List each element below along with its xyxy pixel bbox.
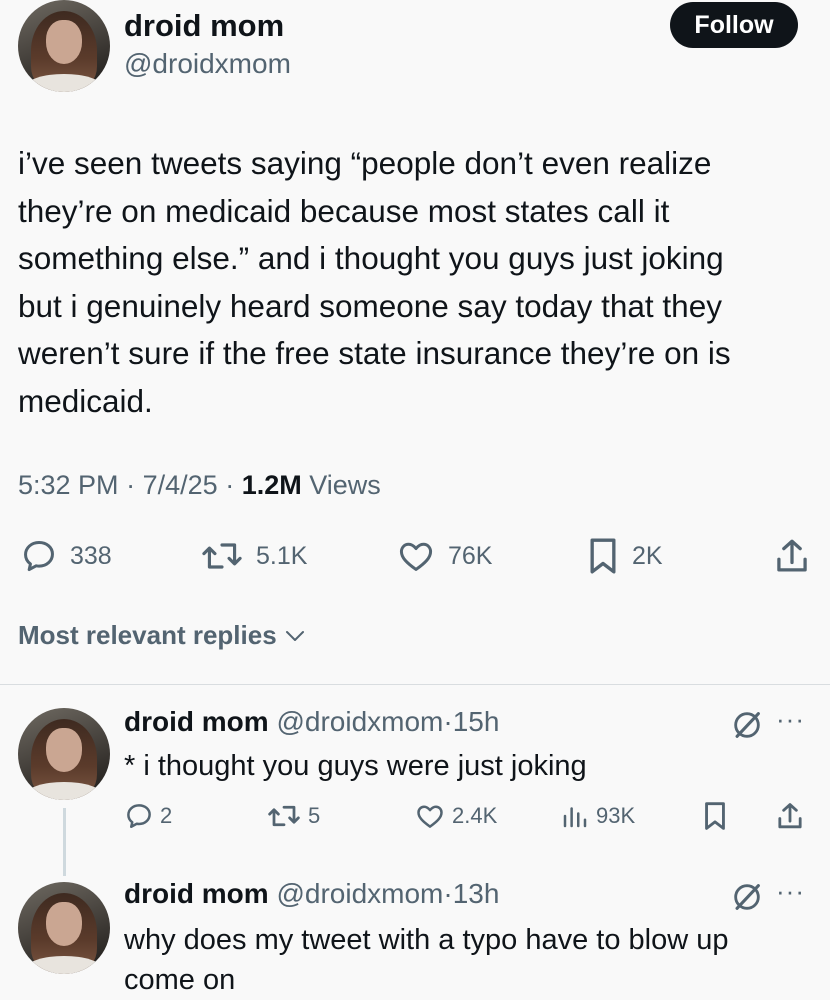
reply-sort-label: Most relevant replies [18, 620, 277, 650]
tweet-action-bar: 338 5.1K 76K 2K [0, 528, 830, 584]
like-count: 76K [448, 541, 493, 570]
tweet-text-line: weren’t sure if the free state insurance… [18, 335, 731, 371]
author-handle[interactable]: @droidxmom [124, 48, 291, 80]
divider [0, 684, 830, 685]
tweet-text-line: i’ve seen tweets saying “people don’t ev… [18, 145, 712, 181]
tweet-text-line: they’re on medicaid because most states … [18, 192, 670, 229]
reply-button[interactable]: 2 [124, 796, 172, 836]
tweet-text-line: medicaid. [18, 382, 153, 419]
heart-icon [399, 542, 433, 571]
tweet-date[interactable]: 7/4/25 [143, 470, 218, 500]
share-button[interactable] [776, 796, 804, 836]
views-button[interactable]: 93K [560, 796, 635, 836]
reply-author-handle[interactable]: @droidxmom [276, 878, 443, 909]
share-button[interactable] [774, 528, 810, 584]
like-button[interactable]: 2.4K [414, 796, 497, 836]
reply-count: 2 [160, 803, 173, 828]
share-icon [778, 803, 802, 829]
reply-avatar[interactable] [18, 882, 110, 974]
reply-header: droid mom @droidxmom·13h [124, 878, 500, 909]
reply-action-bar: 2 5 2.4K 93K [0, 796, 830, 836]
repost-count: 5 [308, 803, 321, 828]
tweet-text: i’ve seen tweets saying “people don’t ev… [18, 140, 818, 425]
reply-time[interactable]: 15h [453, 706, 500, 737]
reply-sort-dropdown[interactable]: Most relevant replies [18, 620, 305, 651]
grok-icon[interactable] [730, 708, 764, 742]
reply-header: droid mom @droidxmom·15h [124, 706, 500, 737]
tweet-text-line: but i genuinely heard someone say today … [18, 287, 722, 324]
like-button[interactable]: 76K [396, 528, 492, 584]
heart-icon [417, 805, 443, 828]
tweet-meta: 5:32 PM · 7/4/25 · 1.2M Views [18, 470, 381, 500]
bookmark-icon [590, 538, 616, 574]
reply-count: 338 [70, 541, 112, 570]
views-count: 1.2M [241, 470, 302, 500]
chevron-down-icon [285, 630, 304, 641]
repost-count: 5.1K [256, 541, 308, 570]
reply-author-name[interactable]: droid mom [124, 706, 269, 737]
bookmark-button[interactable]: 2K [586, 528, 663, 584]
bookmark-button[interactable] [702, 796, 728, 836]
tweet-time[interactable]: 5:32 PM [18, 470, 119, 500]
reply-text: * i thought you guys were just joking [124, 750, 587, 782]
views-label: Views [309, 470, 381, 500]
reply-author-handle[interactable]: @droidxmom [276, 706, 443, 737]
bookmark-icon [705, 802, 725, 830]
reply-time[interactable]: 13h [453, 878, 500, 909]
more-icon[interactable]: ··· [776, 704, 805, 735]
reply-text: why does my tweet with a typo have to bl… [124, 924, 729, 996]
reply-avatar[interactable] [18, 708, 110, 800]
share-icon [777, 539, 807, 572]
follow-button[interactable]: Follow [670, 2, 798, 48]
analytics-icon [563, 807, 587, 828]
repost-icon [268, 805, 300, 827]
author-name[interactable]: droid mom [124, 8, 284, 44]
like-count: 2.4K [452, 803, 498, 828]
repost-icon [202, 543, 242, 569]
reply-author-name[interactable]: droid mom [124, 878, 269, 909]
more-icon[interactable]: ··· [776, 876, 805, 907]
reply-button[interactable]: 338 [20, 528, 112, 584]
views-count: 93K [596, 803, 636, 828]
repost-button[interactable]: 5 [266, 796, 320, 836]
repost-button[interactable]: 5.1K [200, 528, 307, 584]
reply-icon [127, 804, 151, 828]
author-avatar[interactable] [18, 0, 110, 92]
tweet-text-line: something else.” and i thought you guys … [18, 240, 724, 276]
bookmark-count: 2K [632, 541, 663, 570]
grok-icon[interactable] [730, 880, 764, 914]
reply-icon [24, 541, 54, 572]
